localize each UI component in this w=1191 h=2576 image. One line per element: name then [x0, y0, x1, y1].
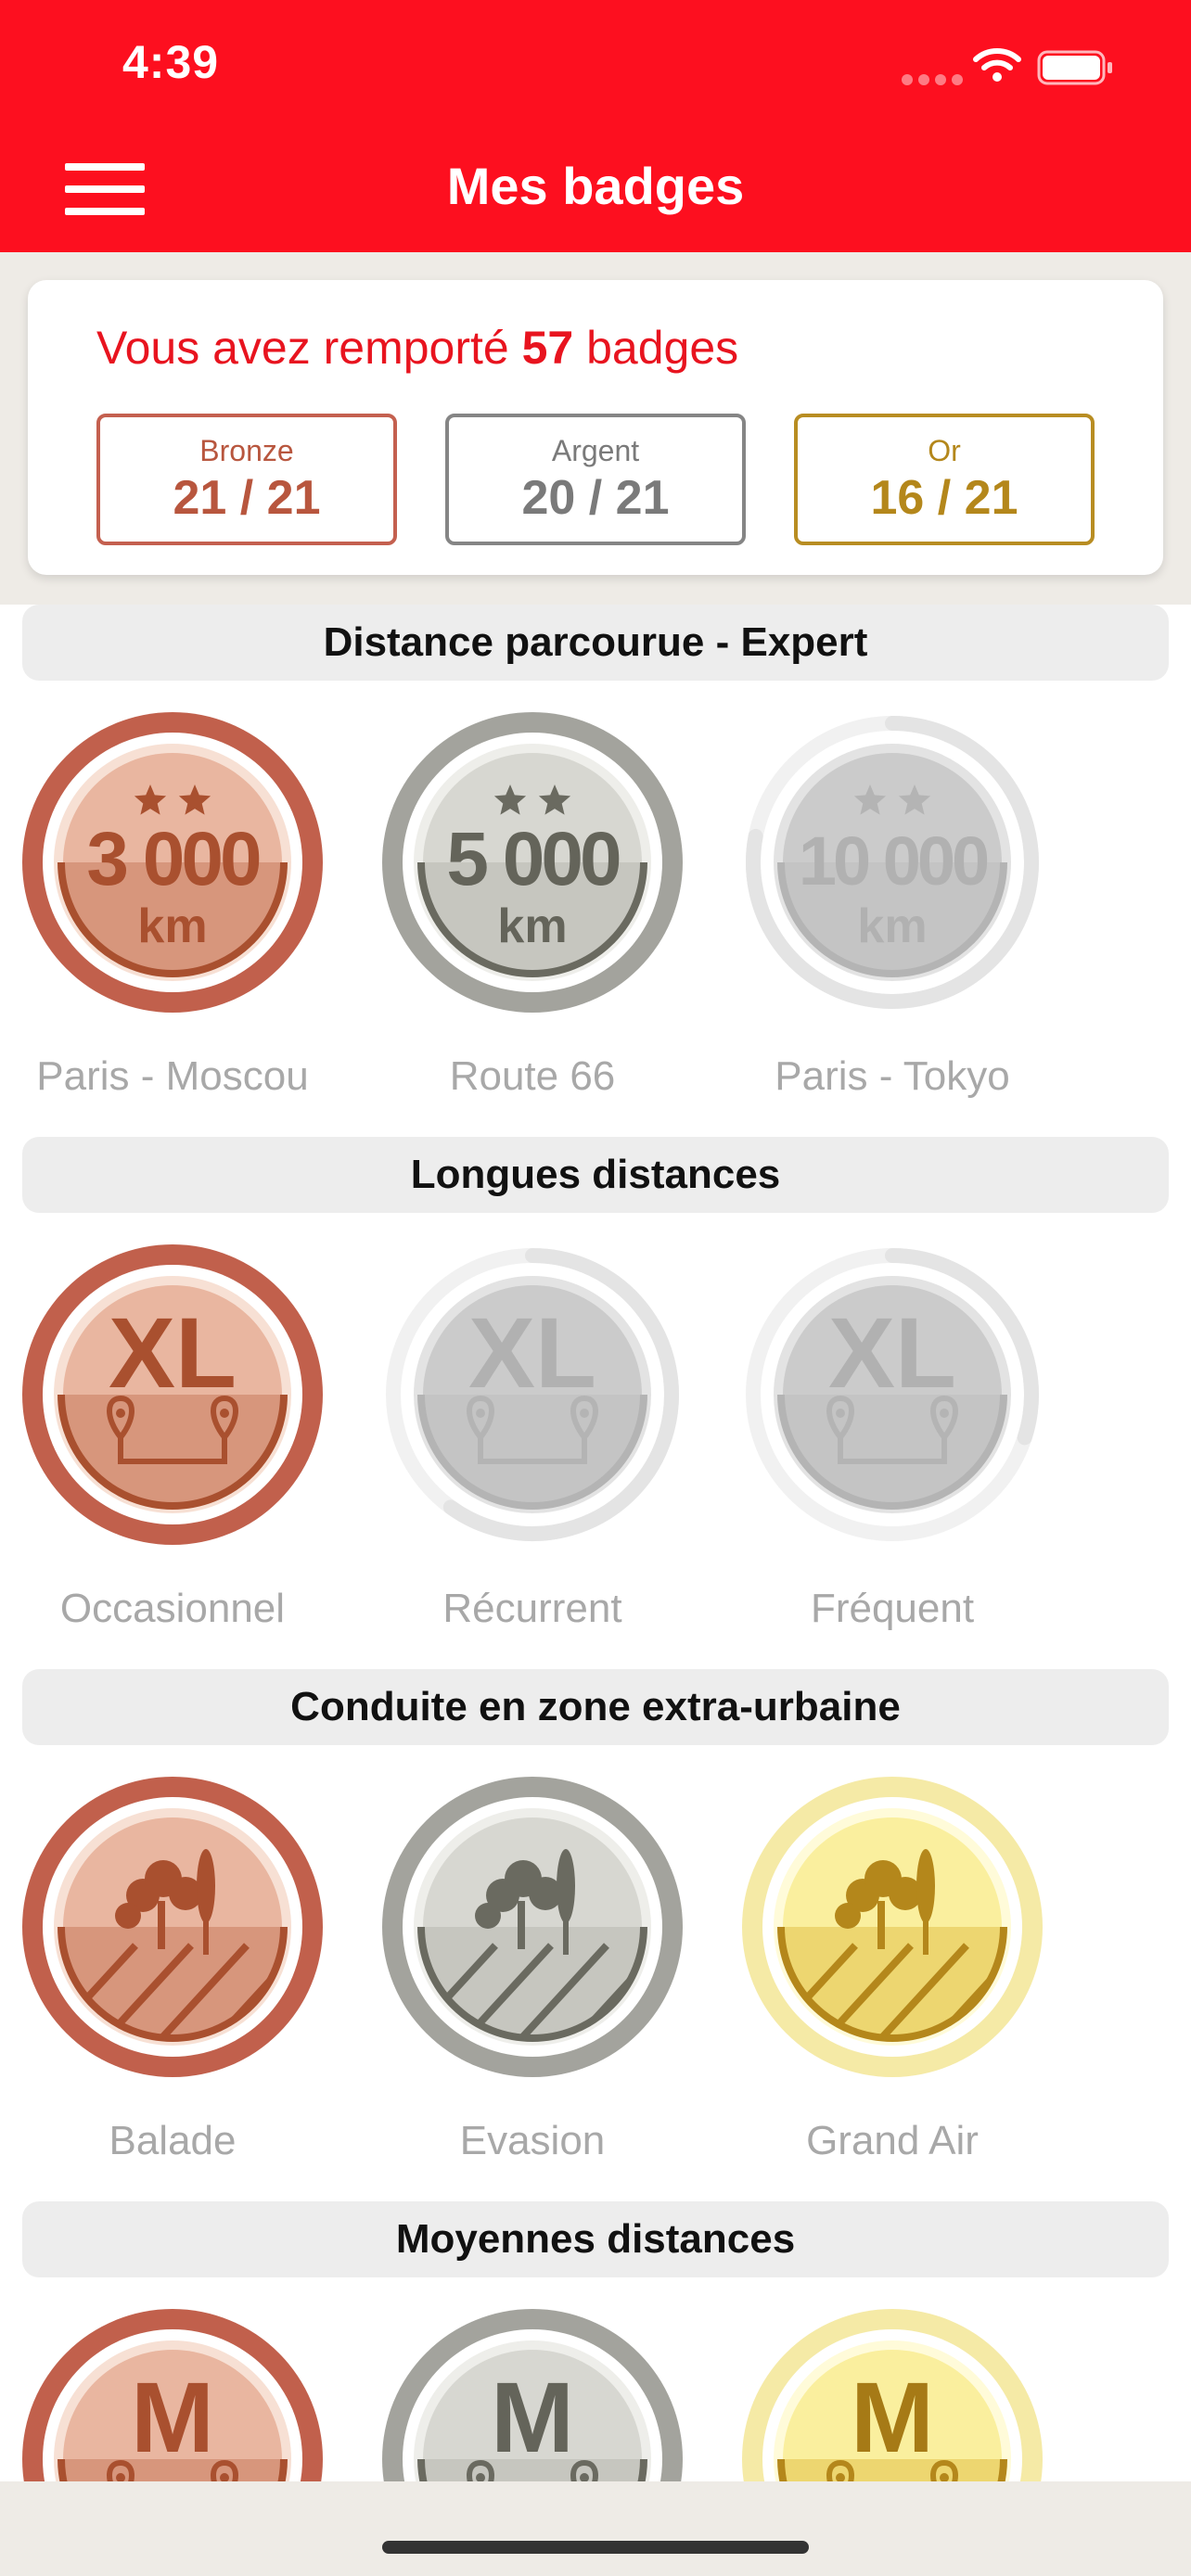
badge-label: Fréquent: [810, 1586, 975, 1631]
badge-value: 3 000: [86, 817, 260, 901]
xl-route-icon: XL: [746, 1248, 1039, 1541]
xl-route-icon: XL: [386, 1248, 679, 1541]
summary-text: Vous avez remporté 57 badges: [96, 321, 738, 375]
summary-suffix: badges: [586, 322, 739, 374]
gold-count: 16 / 21: [870, 471, 1018, 525]
page-title: Mes badges: [446, 157, 745, 215]
badge-value: XL: [109, 1296, 237, 1409]
bronze-counter[interactable]: Bronze 21 / 21: [96, 414, 397, 545]
distance-3000-icon: 3 000km: [22, 712, 323, 1013]
badge-evasion[interactable]: Evasion: [375, 1769, 690, 2163]
badge-r-current[interactable]: XL Récurrent: [375, 1237, 690, 1631]
section-title: Longues distances: [22, 1137, 1169, 1213]
badge-balade[interactable]: Balade: [15, 1769, 330, 2163]
badge-label: Paris - Moscou: [36, 1053, 309, 1099]
cypress-icon: [557, 1849, 575, 1923]
badge-label: Récurrent: [442, 1586, 622, 1631]
silver-count: 20 / 21: [521, 471, 670, 525]
badge-label: Balade: [109, 2118, 237, 2163]
summary-prefix: Vous avez remporté: [96, 322, 509, 374]
countryside-icon: [22, 1777, 323, 2077]
badges-summary-card: Vous avez remporté 57 badges Bronze 21 /…: [28, 280, 1163, 575]
badge-value: M: [491, 2361, 574, 2473]
badge-value: 5 000: [446, 817, 620, 901]
section-title: Distance parcourue - Expert: [22, 605, 1169, 681]
cypress-icon: [197, 1849, 215, 1923]
badge-value: M: [851, 2361, 934, 2473]
badge-fr-quent[interactable]: XL Fréquent: [735, 1237, 1050, 1631]
badge-label: Occasionnel: [59, 1586, 286, 1631]
badge-unit: km: [857, 899, 927, 953]
badge-route-66[interactable]: 5 000 km Route 66: [375, 705, 690, 1099]
badge-label: Evasion: [459, 2118, 606, 2163]
countryside-icon: [382, 1777, 683, 2077]
bronze-count: 21 / 21: [173, 471, 321, 525]
badge-label: Paris - Tokyo: [775, 1053, 1010, 1099]
badge-occasionnel[interactable]: XL Occasionnel: [15, 1237, 330, 1631]
wifi-icon: [973, 48, 1021, 82]
badge-unit: km: [137, 899, 207, 953]
gold-counter[interactable]: Or 16 / 21: [794, 414, 1095, 545]
xl-route-icon: XL: [22, 1244, 323, 1545]
badge-count: 57: [521, 322, 574, 374]
cypress-icon: [916, 1849, 935, 1923]
cellular-signal-icon: [902, 74, 963, 85]
status-time: 4:39: [122, 36, 220, 88]
section-title: Moyennes distances: [22, 2201, 1169, 2277]
home-indicator[interactable]: [382, 2541, 809, 2554]
bronze-label: Bronze: [199, 434, 294, 467]
badge-value: XL: [468, 1296, 596, 1409]
badge-label: Route 66: [449, 1053, 616, 1099]
battery-icon: [1037, 50, 1112, 85]
section-title: Conduite en zone extra-urbaine: [22, 1669, 1169, 1745]
badge-paris-tokyo[interactable]: 10 000 km Paris - Tokyo: [735, 705, 1050, 1099]
distance-5000-icon: 5 000km: [382, 712, 683, 1013]
badge-value: M: [131, 2361, 214, 2473]
badge-label: Grand Air: [806, 2118, 979, 2163]
badge-value: XL: [828, 1296, 956, 1409]
countryside-icon: [742, 1777, 1043, 2077]
badge-grand-air[interactable]: Grand Air: [735, 1769, 1050, 2163]
silver-counter[interactable]: Argent 20 / 21: [445, 414, 746, 545]
bottom-bar: [0, 2481, 1191, 2576]
gold-label: Or: [928, 434, 961, 467]
badge-paris-moscou[interactable]: 3 000 km Paris - Moscou: [15, 705, 330, 1099]
distance-10000-icon: 10 000km: [746, 716, 1039, 1009]
silver-label: Argent: [551, 434, 640, 467]
badge-unit: km: [497, 899, 567, 953]
badge-value: 10 000: [799, 823, 988, 899]
